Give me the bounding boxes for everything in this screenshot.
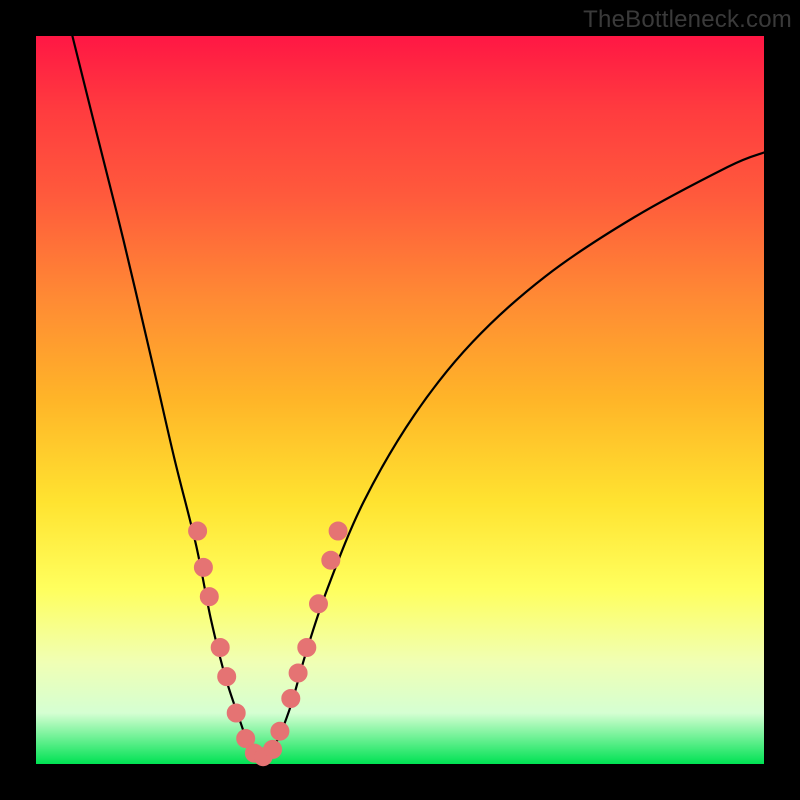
bottleneck-curve [72,36,764,757]
highlight-dot [218,668,236,686]
highlight-dot [227,704,245,722]
highlight-dots-group [189,522,348,766]
highlight-dot [289,664,307,682]
highlight-dot [271,722,289,740]
highlight-dot [211,639,229,657]
chart-svg [36,36,764,764]
highlight-dot [200,588,218,606]
chart-frame: TheBottleneck.com [0,0,800,800]
highlight-dot [194,558,212,576]
highlight-dot [298,639,316,657]
highlight-dot [189,522,207,540]
highlight-dot [329,522,347,540]
highlight-dot [310,595,328,613]
plot-area [36,36,764,764]
highlight-dot [264,740,282,758]
highlight-dot [282,690,300,708]
highlight-dot [322,551,340,569]
watermark-text: TheBottleneck.com [583,6,792,34]
